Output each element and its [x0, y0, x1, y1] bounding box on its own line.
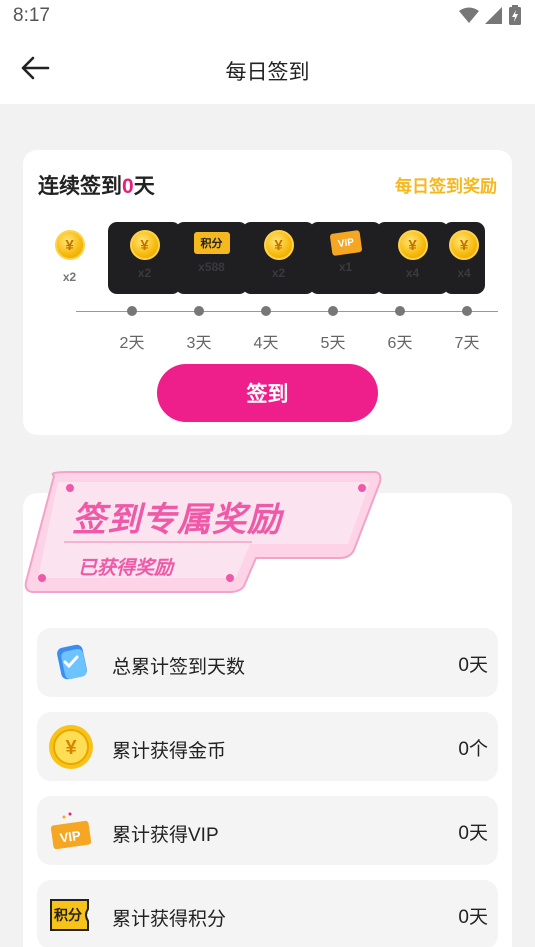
stat-label: 总累计签到天数	[112, 657, 246, 678]
timeline-line	[76, 311, 498, 312]
reward-amount: x4	[457, 266, 471, 280]
svg-text:¥: ¥	[65, 737, 77, 759]
calendar-check-icon	[48, 640, 94, 686]
coin-icon: ¥	[263, 230, 294, 260]
stat-label: 累计获得VIP	[112, 825, 219, 846]
day-reward-4: ¥ x2	[242, 222, 315, 294]
reward-amount: x1	[338, 260, 353, 274]
coin-icon: ¥	[54, 230, 85, 260]
stat-label: 累计获得金币	[112, 741, 227, 762]
streak-prefix: 连续签到	[38, 175, 122, 198]
day-reward-5: VIP x1	[309, 222, 382, 294]
coin-icon: ¥	[449, 230, 479, 260]
status-time: 8:17	[13, 5, 50, 26]
timeline-dot	[328, 306, 338, 316]
wifi-icon	[459, 7, 479, 23]
day-reward-1: ¥ x2	[33, 222, 106, 294]
rewards-banner-title: 签到专属奖励	[72, 501, 282, 539]
reward-amount: x2	[271, 266, 286, 280]
stat-row: 总累计签到天数 0天	[37, 628, 498, 697]
coin-icon: ¥	[48, 724, 94, 770]
daily-rewards-link[interactable]: 每日签到奖励	[395, 172, 497, 197]
day-reward-6: ¥ x4	[376, 222, 449, 294]
vip-ticket-icon: VIP	[48, 808, 94, 854]
rewards-banner-subtitle: 已获得奖励	[78, 558, 174, 579]
timeline-dot	[194, 306, 204, 316]
svg-text:积分: 积分	[54, 907, 82, 923]
streak-title: 连续签到0天	[38, 170, 155, 200]
reward-amount: x588	[198, 260, 225, 274]
stat-value: 0天	[458, 655, 488, 676]
status-bar: 8:17	[0, 0, 535, 32]
day-reward-3: 积分 x588	[175, 222, 248, 294]
app-header: 每日签到	[0, 32, 535, 104]
day-label: 6天	[387, 335, 413, 352]
checkin-card: 连续签到0天 每日签到奖励 ¥ x2 ¥ x2 积分 x588 ¥ x2 VIP x1 ¥ x4 ¥ x4…	[23, 150, 512, 435]
svg-text:VIP: VIP	[59, 828, 82, 846]
points-ticket-icon: 积分	[48, 892, 94, 938]
status-icons	[459, 5, 521, 25]
battery-icon	[509, 5, 521, 25]
timeline-dot	[462, 306, 472, 316]
day-label: 2天	[119, 335, 145, 352]
day-reward-7: ¥ x4	[443, 222, 485, 294]
timeline-dot	[261, 306, 271, 316]
checkin-button[interactable]: 签到	[157, 364, 378, 422]
page-title: 每日签到	[225, 61, 310, 84]
reward-amount: x2	[62, 270, 77, 284]
day-label: 3天	[186, 335, 212, 352]
signal-icon	[485, 6, 502, 24]
stat-label: 累计获得积分	[112, 909, 227, 930]
coin-icon: ¥	[397, 230, 428, 260]
day-reward-2: ¥ x2	[108, 222, 181, 294]
day-label: 7天	[454, 335, 480, 352]
streak-count: 0	[122, 175, 134, 198]
timeline-dot	[127, 306, 137, 316]
stat-value: 0天	[458, 907, 488, 928]
stat-row: VIP 累计获得VIP 0天	[37, 796, 498, 865]
coin-icon: ¥	[129, 230, 160, 260]
vip-icon: VIP	[329, 230, 362, 256]
stat-row: 积分 累计获得积分 0天	[37, 880, 498, 947]
reward-amount: x2	[137, 266, 152, 280]
day-label: 5天	[320, 335, 346, 352]
streak-suffix: 天	[133, 175, 155, 198]
points-icon: 积分	[193, 232, 230, 254]
day-label: 4天	[253, 335, 279, 352]
stat-row: ¥ 累计获得金币 0个	[37, 712, 498, 781]
reward-amount: x4	[405, 266, 420, 280]
stat-value: 0个	[458, 739, 488, 760]
stat-value: 0天	[458, 823, 488, 844]
timeline-dot	[395, 306, 405, 316]
